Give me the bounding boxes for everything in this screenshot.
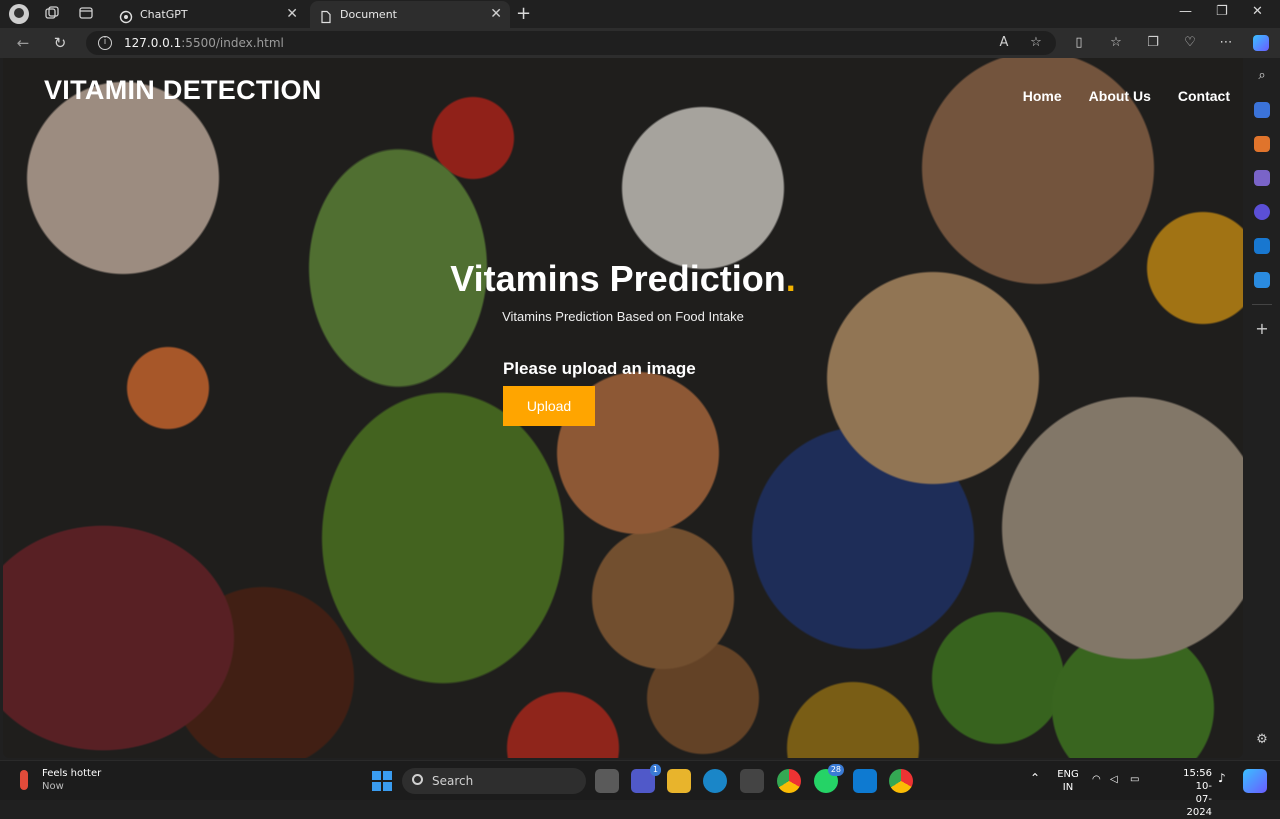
- tab-document[interactable]: Document ✕: [310, 1, 510, 28]
- edge-browser-icon[interactable]: [703, 769, 727, 793]
- site-nav: Home About Us Contact: [1023, 88, 1230, 104]
- close-window-button[interactable]: ✕: [1252, 4, 1263, 19]
- close-icon[interactable]: ✕: [490, 1, 502, 28]
- favorite-star-icon[interactable]: ☆: [1028, 35, 1044, 51]
- favorites-icon[interactable]: ☆: [1108, 35, 1124, 51]
- language-code: ENG: [1057, 769, 1079, 780]
- hero-title-text: Vitamins Prediction: [450, 258, 786, 299]
- clock-time: 15:56: [1183, 768, 1212, 779]
- wifi-icon[interactable]: ◠: [1092, 773, 1101, 786]
- copilot-icon[interactable]: [1253, 35, 1269, 51]
- browser-tab-strip: ChatGPT ✕ Document ✕ + — ❐ ✕: [0, 0, 1280, 28]
- nav-home[interactable]: Home: [1023, 88, 1062, 104]
- more-menu-icon[interactable]: ⋯: [1218, 35, 1234, 51]
- back-button[interactable]: ←: [14, 34, 32, 52]
- shopping-tag-icon[interactable]: [1254, 102, 1270, 118]
- tab-title: Document: [340, 8, 397, 21]
- file-explorer-icon[interactable]: [667, 769, 691, 793]
- read-aloud-icon[interactable]: A: [996, 35, 1012, 51]
- nav-about-us[interactable]: About Us: [1089, 88, 1151, 104]
- whatsapp-badge: 28: [827, 764, 844, 776]
- teams-icon[interactable]: 1: [631, 764, 661, 793]
- start-windows-icon[interactable]: [370, 769, 394, 793]
- search-placeholder: Search: [432, 774, 474, 788]
- add-icon[interactable]: +: [1254, 321, 1270, 337]
- hero-subtitle: Vitamins Prediction Based on Food Intake: [502, 309, 744, 324]
- copilot-taskbar-icon[interactable]: [1243, 769, 1267, 793]
- collections-icon[interactable]: ❐: [1145, 35, 1161, 51]
- settings-gear-icon[interactable]: ⚙: [1254, 732, 1270, 748]
- nav-contact[interactable]: Contact: [1178, 88, 1230, 104]
- workspaces-icon[interactable]: [44, 5, 62, 23]
- tab-actions-icon[interactable]: [78, 5, 96, 23]
- divider: [1252, 304, 1272, 305]
- region-code: IN: [1062, 782, 1074, 793]
- battery-icon[interactable]: ▭: [1130, 773, 1139, 786]
- url-path: :5500/index.html: [181, 36, 284, 50]
- hero-background: VITAMIN DETECTION Home About Us Contact …: [3, 58, 1243, 758]
- document-icon: [319, 7, 333, 24]
- maximize-button[interactable]: ❐: [1216, 4, 1228, 19]
- windows-taskbar: Feels hotter Now Search 1 28 ⌃ ENG IN ◠ …: [0, 760, 1280, 818]
- url-host: 127.0.0.1: [124, 36, 182, 50]
- upload-label: Please upload an image: [503, 359, 696, 378]
- taskbar-search[interactable]: Search: [402, 768, 586, 794]
- vscode-icon[interactable]: [853, 769, 877, 793]
- teams-badge: 1: [649, 764, 661, 776]
- refresh-button[interactable]: ↻: [51, 34, 69, 52]
- profile-avatar[interactable]: [9, 4, 29, 24]
- hero-title: Vitamins Prediction.: [3, 258, 1243, 300]
- search-icon[interactable]: ⌕: [1254, 68, 1270, 84]
- tools-icon[interactable]: [1254, 136, 1270, 152]
- address-bar[interactable]: i 127.0.0.1:5500/index.html: [86, 31, 1056, 55]
- chrome-profile-icon[interactable]: [889, 769, 913, 793]
- games-icon[interactable]: [1254, 170, 1270, 186]
- volume-icon[interactable]: ◁: [1110, 773, 1118, 786]
- site-brand[interactable]: VITAMIN DETECTION: [44, 75, 322, 106]
- browser-essentials-icon[interactable]: ♡: [1182, 35, 1198, 51]
- chevron-up-icon[interactable]: ⌃: [1030, 772, 1040, 785]
- edge-sidebar: ⌕ + ⚙: [1244, 58, 1280, 758]
- split-screen-icon[interactable]: ▯: [1071, 35, 1087, 51]
- whatsapp-icon[interactable]: 28: [814, 764, 844, 793]
- info-icon[interactable]: i: [98, 36, 112, 50]
- new-tab-button[interactable]: +: [516, 3, 531, 24]
- browser-toolbar: ← ↻ i 127.0.0.1:5500/index.html A ☆ ▯ ☆ …: [0, 28, 1280, 58]
- tab-chatgpt[interactable]: ChatGPT ✕: [110, 1, 306, 28]
- send-icon[interactable]: [1254, 272, 1270, 288]
- chatgpt-icon: [119, 7, 133, 24]
- tab-title: ChatGPT: [140, 8, 188, 21]
- task-view-icon[interactable]: [595, 769, 619, 793]
- weather-title: Feels hotter: [42, 768, 102, 779]
- minimize-button[interactable]: —: [1179, 4, 1192, 19]
- clock[interactable]: 15:56 10-07-2024: [1180, 767, 1212, 819]
- copilot-sidebar-icon[interactable]: [1254, 204, 1270, 220]
- chrome-icon[interactable]: [777, 769, 801, 793]
- close-icon[interactable]: ✕: [286, 1, 298, 28]
- hero-title-dot: .: [785, 258, 796, 299]
- search-icon: [412, 774, 423, 785]
- weather-time: Now: [42, 781, 64, 792]
- weather-widget[interactable]: Feels hotter Now: [16, 767, 101, 793]
- notification-bell-icon[interactable]: ♪: [1218, 772, 1226, 785]
- upload-button[interactable]: Upload: [503, 386, 595, 426]
- language-indicator[interactable]: ENG IN: [1056, 768, 1080, 794]
- store-icon[interactable]: [740, 769, 764, 793]
- outlook-icon[interactable]: [1254, 238, 1270, 254]
- thermometer-icon: [20, 770, 28, 790]
